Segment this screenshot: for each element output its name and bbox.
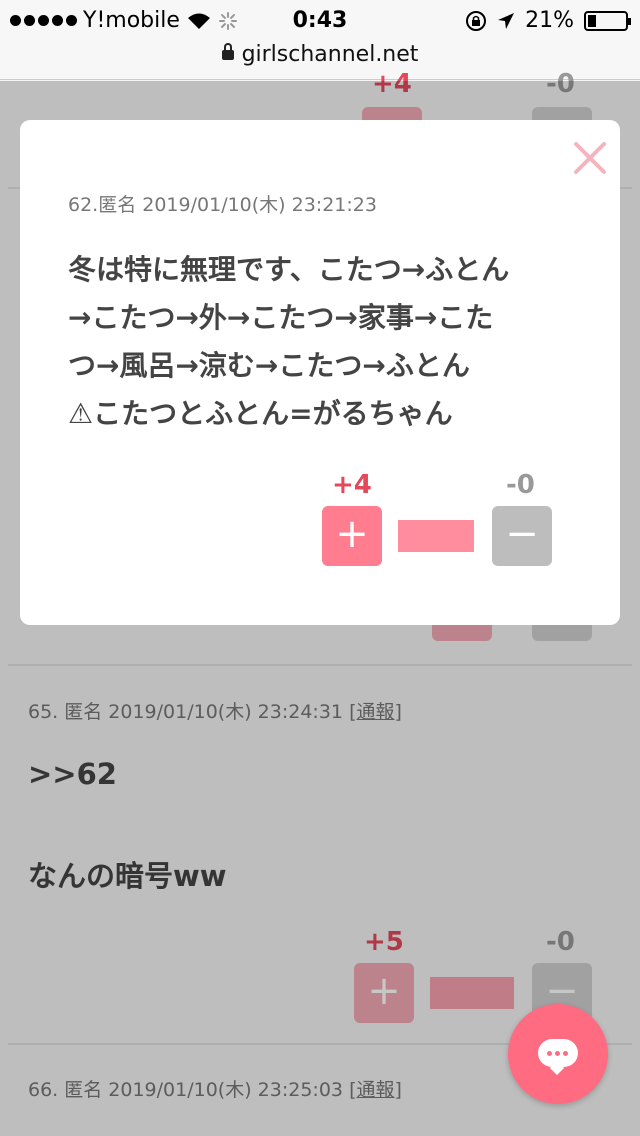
popup-minus-count: -0 bbox=[506, 470, 535, 500]
status-bar: Y!mobile 0:43 21% bbox=[0, 0, 640, 40]
lock-icon bbox=[221, 43, 234, 60]
popup-minus-button[interactable]: − bbox=[492, 506, 552, 566]
url-bar[interactable]: girlschannel.net bbox=[0, 40, 640, 80]
popup-comment-body: 冬は特に無理です、こたつ→ふとん →こたつ→外→こたつ→家事→こた つ→風呂→涼… bbox=[68, 246, 568, 438]
popup-comment-line: 冬は特に無理です、こたつ→ふとん bbox=[68, 253, 510, 286]
close-icon[interactable] bbox=[572, 140, 608, 176]
popup-plus-button[interactable]: + bbox=[322, 506, 382, 566]
popup-vote-bar bbox=[398, 520, 474, 552]
status-right: 21% bbox=[465, 8, 631, 33]
popup-plus-count: +4 bbox=[332, 470, 372, 500]
popup-comment-meta: 62.匿名 2019/01/10(木) 23:21:23 bbox=[68, 194, 377, 216]
battery-percent: 21% bbox=[525, 8, 574, 33]
minus-icon: − bbox=[505, 511, 539, 557]
popup-comment-line: つ→風呂→涼む→こたつ→ふとん bbox=[68, 349, 470, 382]
location-arrow-icon bbox=[498, 12, 515, 29]
plus-icon: + bbox=[335, 511, 369, 557]
comment-popup: 62.匿名 2019/01/10(木) 23:21:23 冬は特に無理です、こた… bbox=[20, 120, 620, 625]
battery-icon bbox=[584, 10, 631, 31]
url-domain: girlschannel.net bbox=[241, 42, 419, 67]
popup-comment-line: ⚠こたつとふとん=がるちゃん bbox=[68, 397, 453, 430]
rotation-lock-icon bbox=[466, 10, 487, 31]
popup-comment-line: →こたつ→外→こたつ→家事→こた bbox=[68, 301, 494, 334]
chat-button[interactable] bbox=[508, 1004, 608, 1104]
chat-bubble-icon bbox=[538, 1039, 578, 1067]
